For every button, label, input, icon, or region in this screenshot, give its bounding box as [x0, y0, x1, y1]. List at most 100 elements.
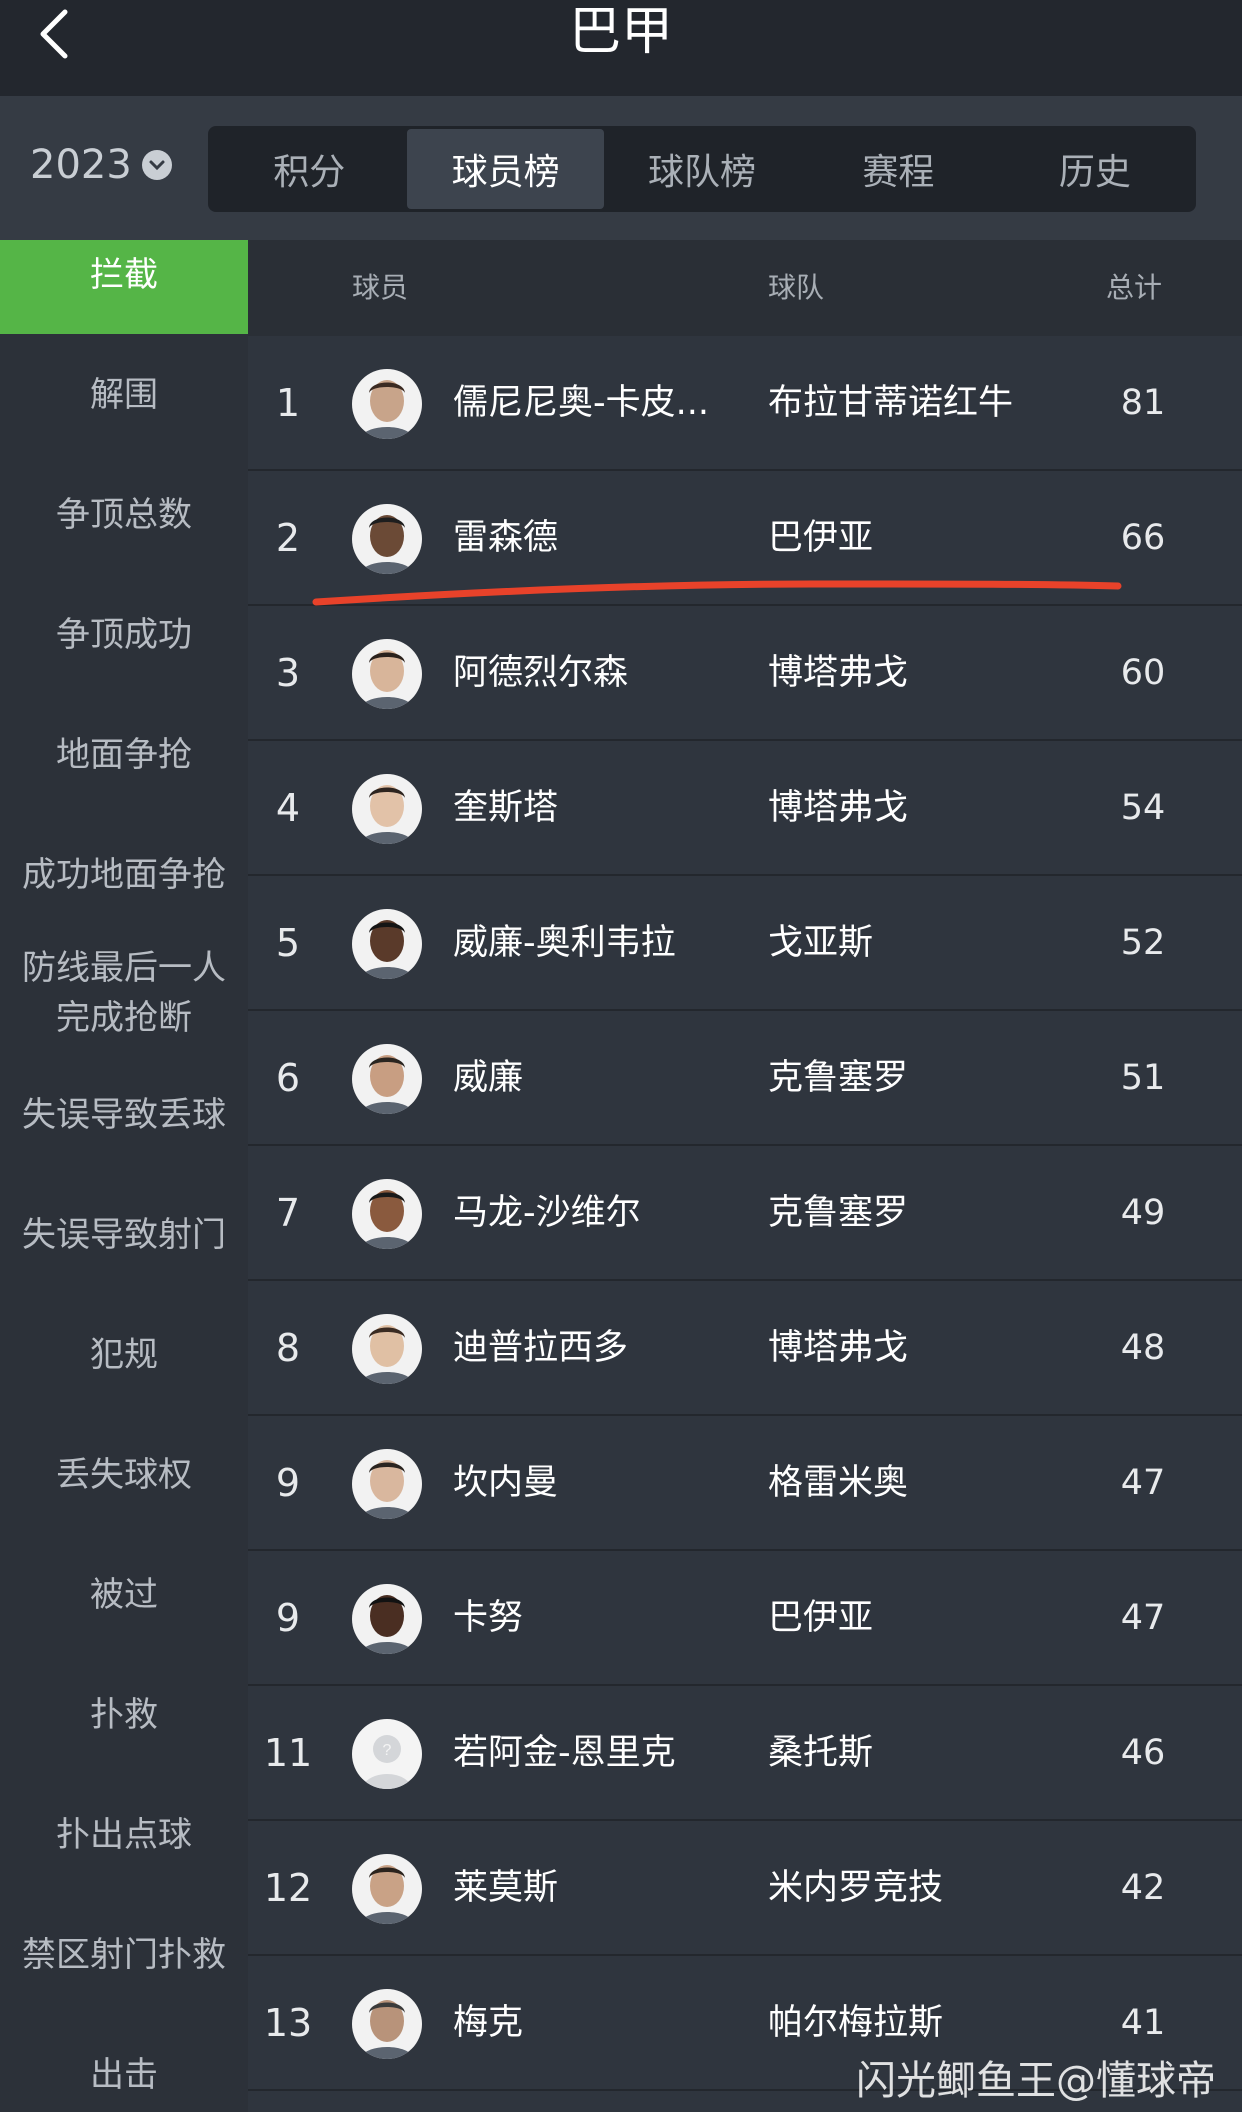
rank-cell: 5: [275, 921, 301, 965]
sidebar-item-ground-duels[interactable]: 地面争抢: [0, 730, 248, 780]
player-avatar: ?: [352, 1719, 422, 1789]
team-name: 克鲁塞罗: [768, 1193, 909, 1233]
sidebar-item-saves[interactable]: 扑救: [0, 1690, 248, 1740]
sidebar-item-dribbled-past[interactable]: 被过: [0, 1570, 248, 1620]
player-avatar: [352, 1989, 422, 2059]
player-name: 卡努: [453, 1598, 524, 1638]
sidebar-item-error-goal[interactable]: 失误导致丢球: [0, 1090, 248, 1140]
table-row[interactable]: 5 威廉-奥利韦拉 戈亚斯 52: [248, 876, 1242, 1011]
total-value: 42: [1120, 1868, 1166, 1908]
rank-cell: 9: [275, 1461, 301, 1505]
team-name: 格雷米奥: [768, 1463, 909, 1503]
tab-standings[interactable]: 积分: [211, 129, 407, 209]
table-row[interactable]: 1 儒尼尼奥-卡皮... 布拉甘蒂诺红牛 81: [248, 336, 1242, 471]
player-name: 奎斯塔: [453, 788, 559, 828]
table-row[interactable]: 7 马龙-沙维尔 克鲁塞罗 49: [248, 1146, 1242, 1281]
column-header-total: 总计: [1106, 271, 1163, 304]
sidebar-item-last-man-tackle[interactable]: 防线最后一人 完成抢断: [0, 943, 248, 1043]
table-header: 球员 球队 总计: [248, 240, 1242, 336]
svg-text:?: ?: [383, 1742, 392, 1759]
table-row[interactable]: 6 威廉 克鲁塞罗 51: [248, 1011, 1242, 1146]
tab-bar: 积分 球员榜 球队榜 赛程 历史: [208, 126, 1196, 212]
team-name: 桑托斯: [768, 1733, 874, 1773]
total-value: 49: [1120, 1193, 1166, 1233]
player-name: 马龙-沙维尔: [453, 1193, 641, 1233]
team-name: 博塔弗戈: [768, 653, 909, 693]
player-avatar: [352, 1854, 422, 1924]
watermark-text: 闪光鲫鱼王@懂球帝: [856, 2058, 1216, 2104]
player-name: 迪普拉西多: [453, 1328, 629, 1368]
player-name: 莱莫斯: [453, 1868, 559, 1908]
year-select[interactable]: 2023: [30, 138, 172, 192]
team-name: 米内罗竞技: [768, 1868, 944, 1908]
sidebar-item-interceptions[interactable]: 拦截: [0, 240, 248, 334]
rank-cell: 6: [275, 1056, 301, 1100]
rank-cell: 13: [263, 2001, 313, 2045]
player-name: 梅克: [453, 2003, 524, 2043]
table-row[interactable]: 9 卡努 巴伊亚 47: [248, 1551, 1242, 1686]
total-value: 48: [1120, 1328, 1166, 1368]
total-value: 46: [1120, 1733, 1166, 1773]
total-value: 47: [1120, 1463, 1166, 1503]
total-value: 81: [1120, 383, 1166, 423]
table-row[interactable]: 3 阿德烈尔森 博塔弗戈 60: [248, 606, 1242, 741]
sidebar-item-label: 完成抢断: [56, 998, 192, 1038]
stat-category-sidebar: 拦截 解围 争顶总数 争顶成功 地面争抢 成功地面争抢 防线最后一人 完成抢断 …: [0, 240, 248, 2112]
team-name: 博塔弗戈: [768, 1328, 909, 1368]
player-avatar: [352, 504, 422, 574]
player-avatar: [352, 774, 422, 844]
tab-player-rankings[interactable]: 球员榜: [407, 129, 604, 209]
player-avatar: [352, 369, 422, 439]
rank-cell: 3: [275, 651, 301, 695]
team-name: 戈亚斯: [768, 923, 874, 963]
rank-cell: 8: [275, 1326, 301, 1370]
red-underline-annotation: [312, 580, 1122, 606]
sidebar-item-ground-duels-won[interactable]: 成功地面争抢: [0, 850, 248, 900]
total-value: 47: [1120, 1598, 1166, 1638]
player-name: 威廉: [453, 1058, 524, 1098]
total-value: 60: [1120, 653, 1166, 693]
team-name: 布拉甘蒂诺红牛: [768, 383, 1014, 423]
player-name: 阿德烈尔森: [453, 653, 629, 693]
sidebar-item-label: 防线最后一人: [22, 948, 226, 988]
tab-history[interactable]: 历史: [997, 129, 1193, 209]
table-row[interactable]: 9 坎内曼 格雷米奥 47: [248, 1416, 1242, 1551]
sidebar-item-fouls[interactable]: 犯规: [0, 1330, 248, 1380]
sidebar-item-aerial-won[interactable]: 争顶成功: [0, 610, 248, 660]
table-row[interactable]: 8 迪普拉西多 博塔弗戈 48: [248, 1281, 1242, 1416]
tab-team-rankings[interactable]: 球队榜: [604, 129, 800, 209]
sidebar-item-clearances[interactable]: 解围: [0, 370, 248, 420]
sidebar-item-error-shot[interactable]: 失误导致射门: [0, 1210, 248, 1260]
sidebar-item-box-saves[interactable]: 禁区射门扑救: [0, 1930, 248, 1980]
rank-cell: 7: [275, 1191, 301, 1235]
player-avatar: [352, 1314, 422, 1384]
sidebar-item-penalty-saves[interactable]: 扑出点球: [0, 1810, 248, 1860]
table-row[interactable]: 12 莱莫斯 米内罗竞技 42: [248, 1821, 1242, 1956]
page-title: 巴甲: [568, 2, 673, 62]
total-value: 54: [1120, 788, 1166, 828]
rank-cell: 4: [275, 786, 301, 830]
sidebar-item-sweeper[interactable]: 出击: [0, 2050, 248, 2100]
sidebar-item-aerial-duels[interactable]: 争顶总数: [0, 490, 248, 540]
player-name: 坎内曼: [453, 1463, 559, 1503]
chevron-down-icon: [141, 150, 172, 180]
column-header-team: 球队: [768, 271, 825, 304]
player-name: 儒尼尼奥-卡皮...: [453, 383, 710, 423]
player-ranking-table: 球员 球队 总计 1 儒尼尼奥-卡皮... 布拉甘蒂诺红牛 81 2 雷森德 巴伊亚 66 3 阿…: [248, 240, 1242, 2112]
table-row[interactable]: 4 奎斯塔 博塔弗戈 54: [248, 741, 1242, 876]
player-avatar: [352, 1179, 422, 1249]
team-name: 克鲁塞罗: [768, 1058, 909, 1098]
rank-cell: 9: [275, 1596, 301, 1640]
rank-cell: 11: [263, 1731, 313, 1775]
tab-schedule[interactable]: 赛程: [800, 129, 996, 209]
player-avatar: [352, 1044, 422, 1114]
top-bar: 巴甲: [0, 0, 1242, 96]
player-avatar: [352, 639, 422, 709]
rank-cell: 1: [275, 381, 301, 425]
team-name: 博塔弗戈: [768, 788, 909, 828]
player-avatar: [352, 1584, 422, 1654]
player-avatar: [352, 1449, 422, 1519]
table-row[interactable]: 11? 若阿金-恩里克 桑托斯 46: [248, 1686, 1242, 1821]
rank-cell: 12: [263, 1866, 313, 1910]
sidebar-item-possession-lost[interactable]: 丢失球权: [0, 1450, 248, 1500]
